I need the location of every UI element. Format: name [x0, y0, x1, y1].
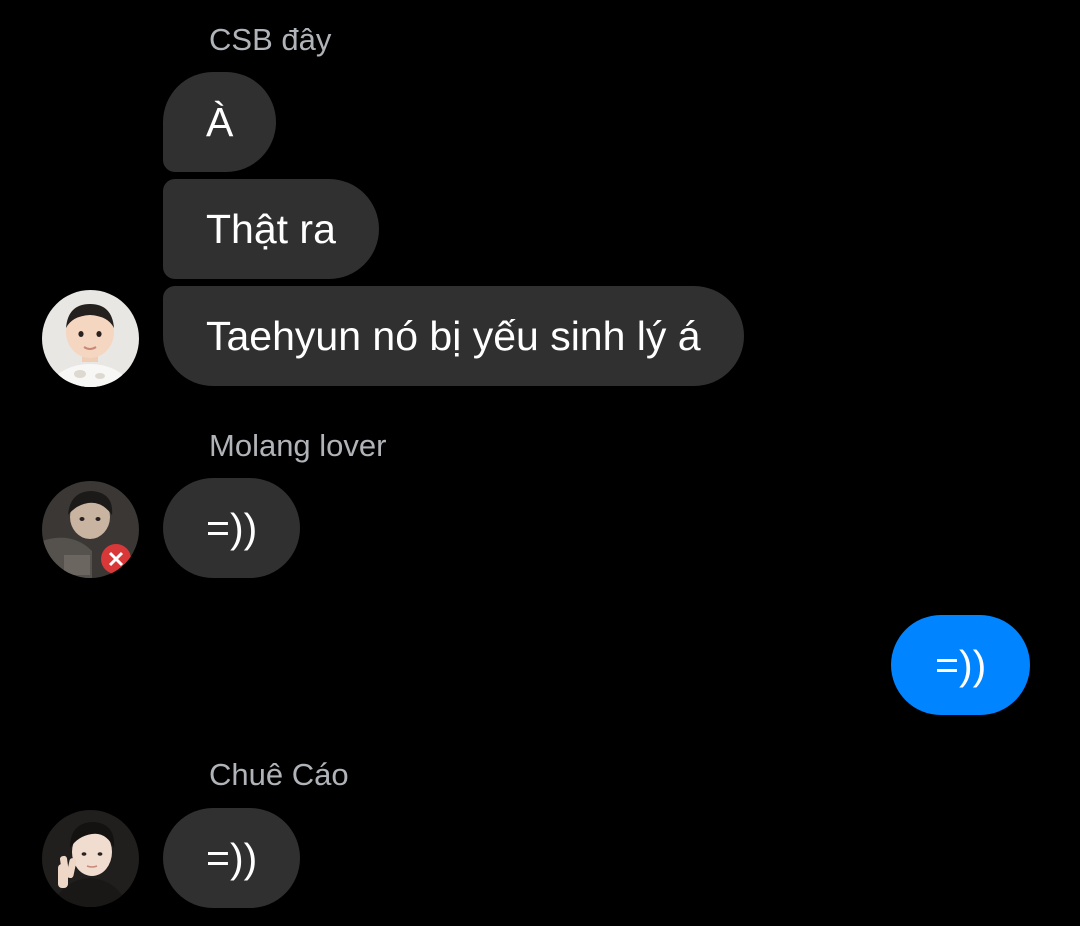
sender-name-csb: CSB đây	[209, 22, 332, 57]
message-bubble[interactable]: Thật ra	[163, 179, 379, 279]
peace-sign-selfie-avatar[interactable]	[42, 810, 139, 907]
message-bubble[interactable]: =))	[163, 478, 301, 578]
outgoing-message-bubble[interactable]: =))	[891, 615, 1031, 715]
toddler-portrait-avatar[interactable]	[42, 290, 139, 387]
dark-selfie-avatar[interactable]	[42, 481, 139, 578]
sender-name-chue-cao: Chuê Cáo	[209, 757, 349, 792]
message-bubble[interactable]: =))	[163, 808, 301, 908]
message-bubble[interactable]: Taehyun nó bị yếu sinh lý á	[163, 286, 744, 386]
message-bubble[interactable]: À	[163, 72, 277, 172]
sender-name-molang: Molang lover	[209, 428, 387, 463]
